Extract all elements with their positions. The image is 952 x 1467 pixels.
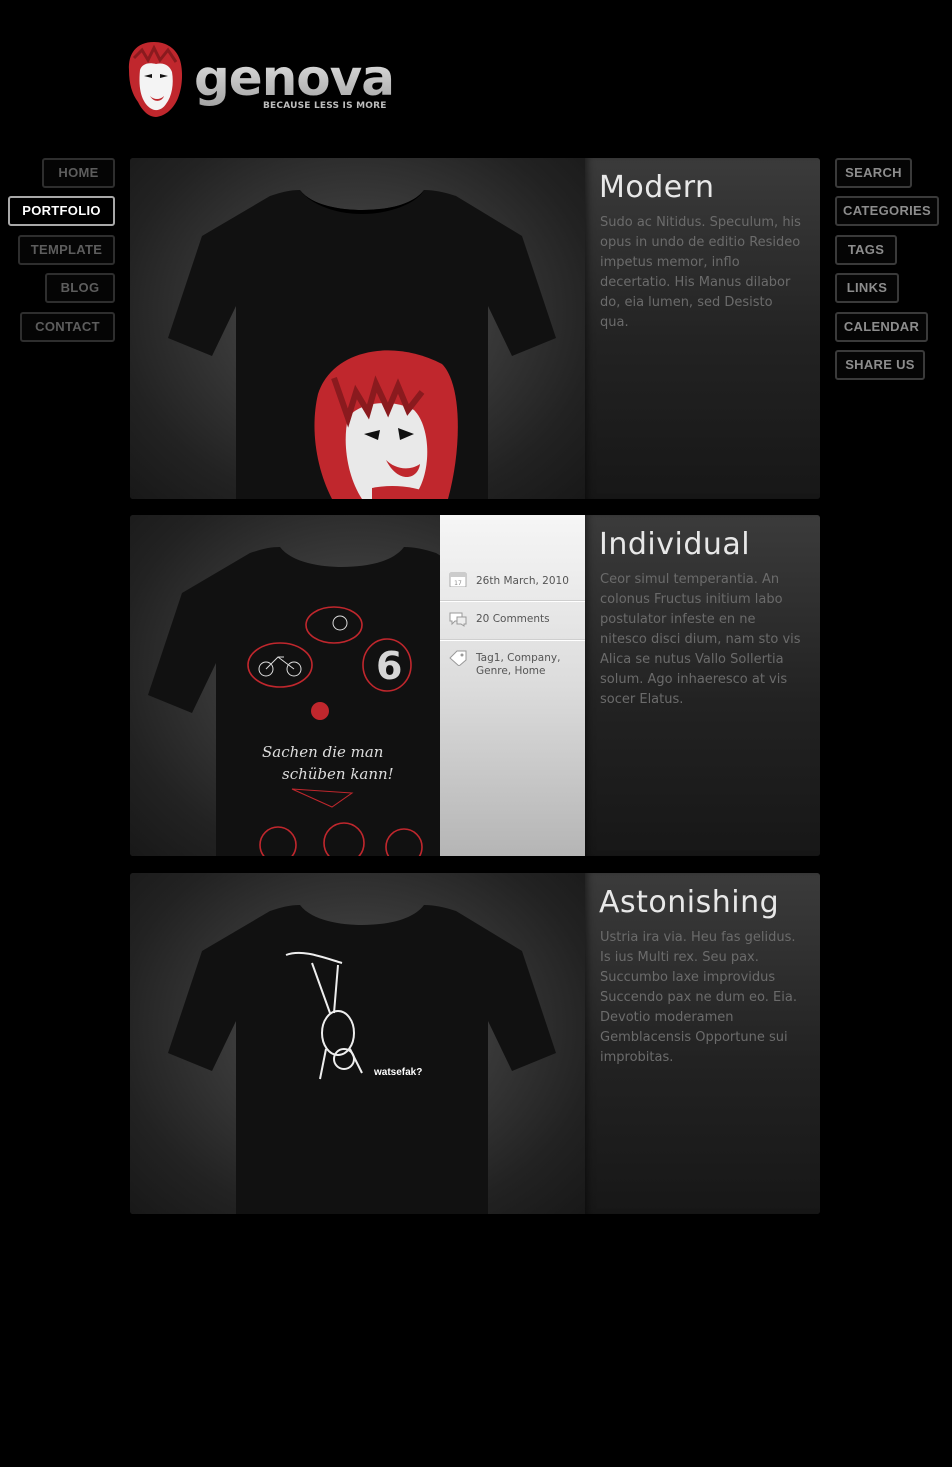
logo-face-icon: [128, 42, 183, 117]
meta-divider: [440, 600, 585, 601]
post-title[interactable]: Astonishing: [599, 885, 779, 920]
post-tags[interactable]: Tag1, Company, Genre, Home: [440, 652, 585, 678]
post-sidebar: Modern Sudo ac Nitidus. Speculum, his op…: [585, 158, 820, 499]
post-sidebar: Individual Ceor simul temperantia. An co…: [585, 515, 820, 856]
nav-categories[interactable]: CATEGORIES: [835, 196, 939, 226]
post-modern: Modern Sudo ac Nitidus. Speculum, his op…: [130, 158, 820, 499]
tshirt-face-print-image: [168, 190, 556, 499]
post-individual: 6 Sachen die man schüben kann! 17 26th M…: [130, 515, 820, 856]
post-date: 26th March, 2010: [476, 575, 569, 587]
nav-blog[interactable]: BLOG: [45, 273, 115, 303]
post-excerpt: Ustria ira via. Heu fas gelidus. Is ius …: [600, 930, 797, 1065]
post-excerpt: Sudo ac Nitidus. Speculum, his opus in u…: [600, 215, 801, 330]
tshirt-monkey-print-image: watsefak?: [168, 905, 556, 1214]
post-comments-link[interactable]: 20 Comments: [440, 613, 585, 626]
nav-calendar[interactable]: CALENDAR: [835, 312, 928, 342]
post-excerpt: Ceor simul temperantia. An colonus Fruct…: [600, 572, 801, 707]
post-astonishing: watsefak? Astonishing Ustria ira via. He…: [130, 873, 820, 1214]
nav-links[interactable]: LINKS: [835, 273, 899, 303]
nav-template[interactable]: TEMPLATE: [18, 235, 115, 265]
meta-divider: [440, 639, 585, 640]
shirt-text-line1: Sachen die man: [262, 743, 383, 761]
shirt-text-line2: schüben kann!: [282, 765, 394, 783]
post-title[interactable]: Modern: [599, 170, 715, 205]
nav-home[interactable]: HOME: [42, 158, 115, 188]
post-title[interactable]: Individual: [599, 527, 750, 562]
post-image[interactable]: watsefak?: [130, 873, 585, 1214]
shirt-number: 6: [376, 644, 402, 688]
brand-tagline: BECAUSE LESS IS MORE: [263, 101, 387, 111]
shirt-caption: watsefak?: [373, 1067, 422, 1078]
nav-portfolio[interactable]: PORTFOLIO: [8, 196, 115, 226]
nav-contact[interactable]: CONTACT: [20, 312, 115, 342]
nav-search[interactable]: SEARCH: [835, 158, 912, 188]
post-sidebar: Astonishing Ustria ira via. Heu fas geli…: [585, 873, 820, 1214]
post-image[interactable]: [130, 158, 585, 499]
logo[interactable]: genova BECAUSE LESS IS MORE: [126, 40, 396, 120]
nav-share-us[interactable]: SHARE US: [835, 350, 925, 380]
post-meta-panel: 17 26th March, 2010 20 Comments Tag1, Co…: [440, 515, 585, 856]
nav-tags[interactable]: TAGS: [835, 235, 897, 265]
